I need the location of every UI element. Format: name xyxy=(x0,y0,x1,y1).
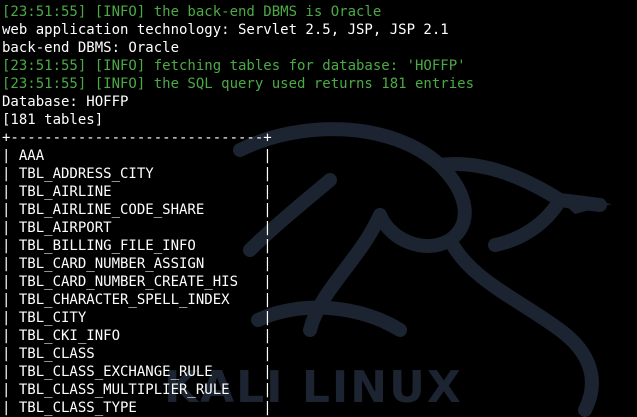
table-border-top: +------------------------------+ xyxy=(2,130,272,146)
terminal-window[interactable]: KALI LINUX [23:51:55] [INFO] the back-en… xyxy=(0,0,637,417)
table-row: | TBL_CLASS_TYPE | xyxy=(2,400,272,416)
table-row: | TBL_BILLING_FILE_INFO | xyxy=(2,238,272,254)
table-row: | TBL_CLASS_EXCHANGE_RULE | xyxy=(2,364,272,380)
log-line-query-returns: [23:51:55] [INFO] the SQL query used ret… xyxy=(2,76,475,92)
log-line-web-tech: web application technology: Servlet 2.5,… xyxy=(2,22,449,38)
table-row: | TBL_CLASS | xyxy=(2,346,272,362)
table-row: | TBL_AIRPORT | xyxy=(2,220,272,236)
table-row: | TBL_CITY | xyxy=(2,310,272,326)
table-row: | AAA | xyxy=(2,148,272,164)
log-line-dbms-info: [23:51:55] [INFO] the back-end DBMS is O… xyxy=(2,4,382,20)
table-row: | TBL_CARD_NUMBER_ASSIGN | xyxy=(2,256,272,272)
table-row: | TBL_AIRLINE_CODE_SHARE | xyxy=(2,202,272,218)
log-line-table-count: [181 tables] xyxy=(2,112,104,128)
log-line-backend-dbms: back-end DBMS: Oracle xyxy=(2,40,180,56)
table-row: | TBL_CHARACTER_SPELL_INDEX | xyxy=(2,292,272,308)
terminal-output: [23:51:55] [INFO] the back-end DBMS is O… xyxy=(2,3,635,417)
log-line-database: Database: HOFFP xyxy=(2,94,129,110)
table-row: | TBL_CLASS_MULTIPLIER_RULE | xyxy=(2,382,272,398)
table-row: | TBL_AIRLINE | xyxy=(2,184,272,200)
table-row: | TBL_CARD_NUMBER_CREATE_HIS | xyxy=(2,274,272,290)
table-row: | TBL_CKI_INFO | xyxy=(2,328,272,344)
log-line-fetching-tables: [23:51:55] [INFO] fetching tables for da… xyxy=(2,58,466,74)
table-row: | TBL_ADDRESS_CITY | xyxy=(2,166,272,182)
